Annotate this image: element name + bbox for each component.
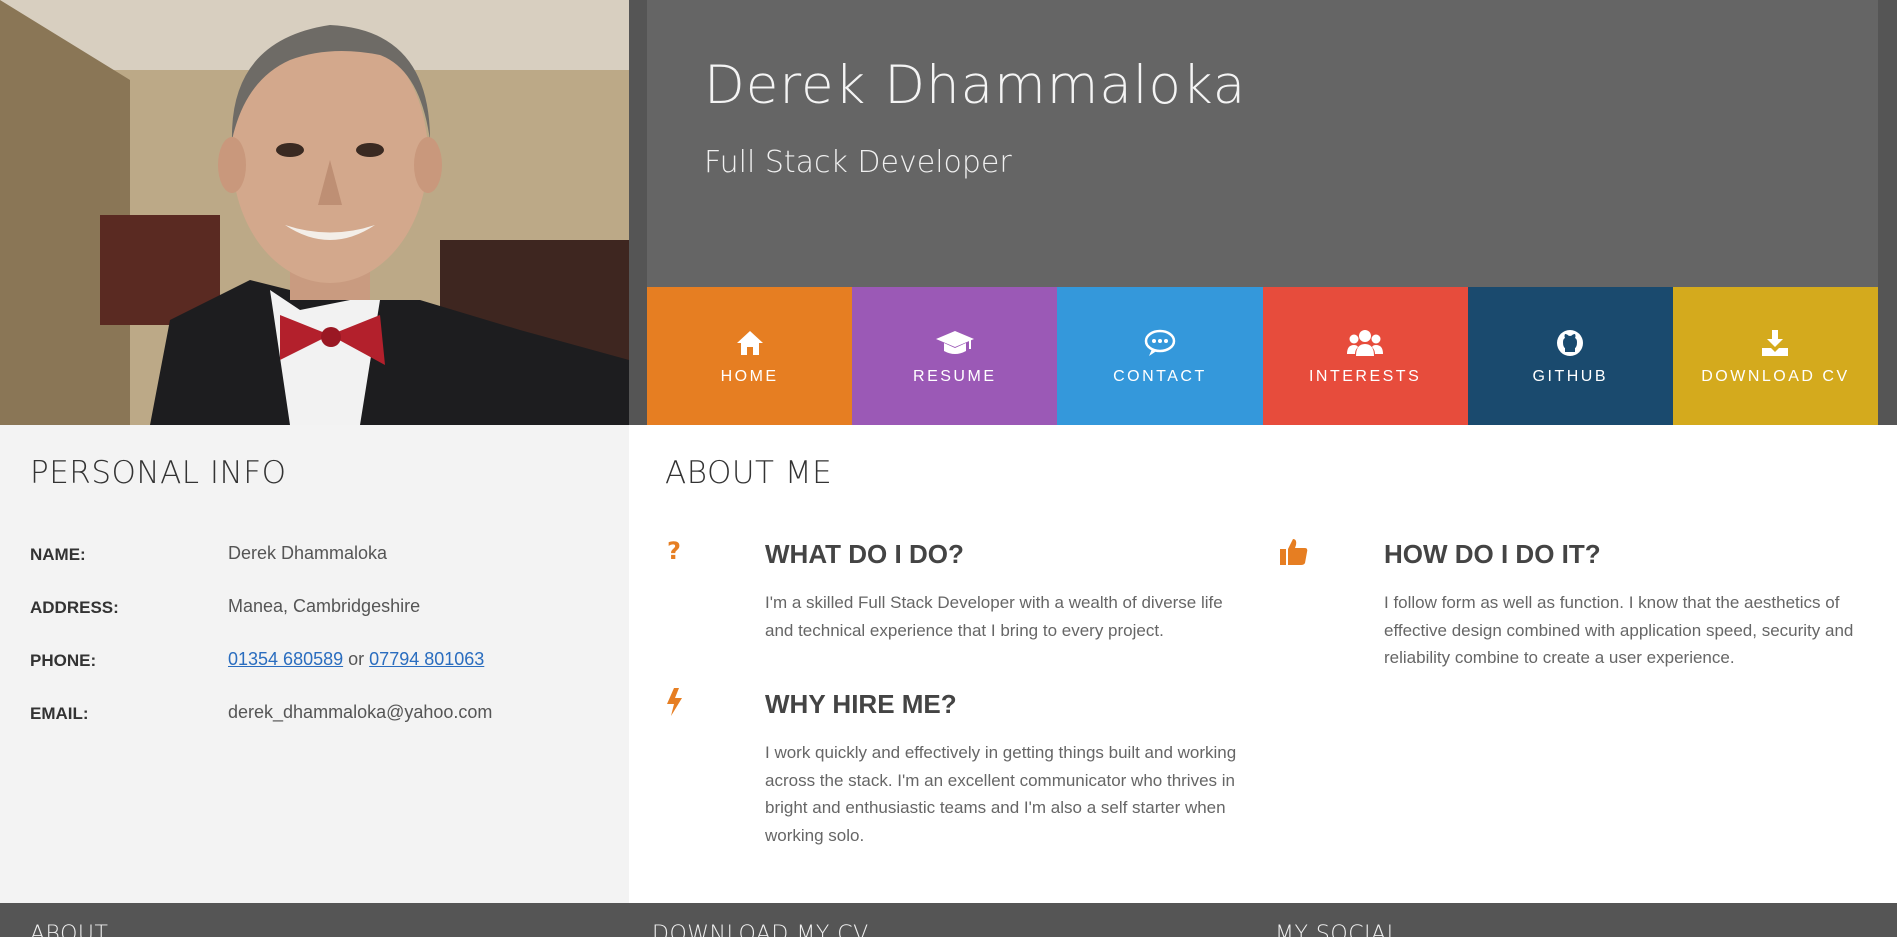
info-label: NAME: [30, 545, 86, 564]
svg-text:?: ? [667, 537, 681, 563]
info-value: Manea, Cambridgeshire [228, 596, 421, 616]
feature-text: I follow form as well as function. I kno… [1384, 593, 1854, 667]
nav-github-label: GITHUB [1532, 368, 1608, 385]
page-title: Derek Dhammaloka [704, 55, 1247, 116]
graduation-cap-icon [935, 331, 974, 354]
users-icon [1347, 330, 1384, 356]
footer-social-heading: MY SOCIAL [1275, 922, 1400, 937]
thumbs-up-icon [1280, 539, 1308, 565]
lightning-bolt-icon [667, 688, 682, 716]
personal-info-heading: PERSONAL INFO [30, 455, 287, 491]
nav-download-cv-label: DOWNLOAD CV [1701, 368, 1850, 385]
chat-bubble-icon [1144, 329, 1176, 356]
github-icon [1557, 330, 1584, 356]
feature-title: HOW DO I DO IT? [1384, 539, 1601, 569]
footer-about-heading: ABOUT [30, 922, 109, 937]
nav-home-label: HOME [720, 368, 779, 385]
nav-interests[interactable]: INTERESTS [1262, 287, 1468, 425]
feature-text: I work quickly and effectively in gettin… [765, 743, 1237, 845]
footer: ABOUT DOWNLOAD MY CV MY SOCIAL [0, 903, 1897, 937]
phone-link-mobile[interactable]: 07794 801063 [369, 649, 484, 669]
nav-resume-label: RESUME [913, 368, 997, 385]
info-value: 01354 680589 or 07794 801063 [228, 649, 484, 670]
phone-link-landline[interactable]: 01354 680589 [228, 649, 343, 669]
profile-photo [0, 0, 629, 425]
question-icon: ? [667, 537, 681, 563]
info-label: ADDRESS: [30, 598, 119, 617]
feature-title: WHAT DO I DO? [765, 539, 964, 569]
footer-download-heading: DOWNLOAD MY CV [652, 922, 869, 937]
nav-download-cv[interactable]: DOWNLOAD CV [1672, 287, 1879, 425]
nav-home[interactable]: HOME [647, 287, 853, 425]
divider [1878, 0, 1897, 425]
nav-resume[interactable]: RESUME [852, 287, 1058, 425]
info-value: derek_dhammaloka@yahoo.com [228, 702, 493, 722]
phone-separator: or [348, 649, 365, 669]
nav-github[interactable]: GITHUB [1467, 287, 1673, 425]
info-label: PHONE: [30, 651, 97, 670]
about-me-heading: ABOUT ME [665, 455, 833, 491]
about-me-section: ABOUT ME ? WHAT DO I DO? I'm a skilled F… [629, 425, 1897, 903]
info-value: Derek Dhammaloka [228, 543, 388, 563]
main-nav: HOME RESUME CONTACT INTERESTS GITHUB DOW… [647, 287, 1879, 425]
download-icon [1762, 330, 1789, 356]
info-label: EMAIL: [30, 704, 89, 723]
job-title: Full Stack Developer [704, 145, 1012, 180]
nav-contact[interactable]: CONTACT [1057, 287, 1263, 425]
feature-title: WHY HIRE ME? [765, 689, 957, 719]
personal-info-section: PERSONAL INFO NAME: Derek Dhammaloka ADD… [0, 425, 629, 903]
home-icon [736, 331, 763, 355]
divider [629, 0, 647, 425]
feature-text: I'm a skilled Full Stack Developer with … [765, 593, 1223, 640]
header: Derek Dhammaloka Full Stack Developer [647, 0, 1878, 287]
nav-interests-label: INTERESTS [1308, 368, 1422, 385]
nav-contact-label: CONTACT [1113, 368, 1207, 385]
